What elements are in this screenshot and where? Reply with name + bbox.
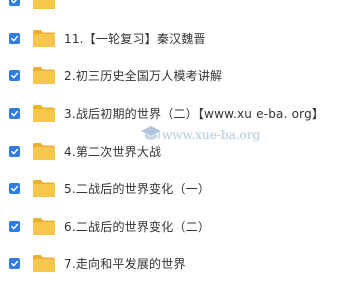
- checkbox[interactable]: [9, 32, 20, 44]
- folder-icon: [32, 29, 56, 48]
- file-list: 11.【一轮复习】秦汉魏晋 2.初三历史全国万人模考讲解 3.战后初期的世界（二…: [0, 0, 340, 283]
- file-name: 3.战后初期的世界（二）【www.xu e-ba. org】: [64, 107, 325, 122]
- list-item[interactable]: [0, 0, 340, 20]
- checkbox[interactable]: [9, 108, 20, 120]
- checkbox[interactable]: [9, 70, 20, 82]
- checkbox[interactable]: [9, 183, 20, 195]
- file-name: 4.第二次世界大战: [64, 144, 162, 159]
- list-item[interactable]: 2.初三历史全国万人模考讲解: [0, 57, 340, 95]
- folder-icon: [32, 0, 56, 10]
- file-name: 6.二战后的世界变化（二）: [64, 219, 211, 234]
- checkbox[interactable]: [9, 258, 20, 270]
- list-item[interactable]: 11.【一轮复习】秦汉魏晋: [0, 20, 340, 58]
- folder-icon: [32, 179, 56, 198]
- checkbox[interactable]: [9, 0, 20, 7]
- file-name: 5.二战后的世界变化（一）: [64, 182, 211, 197]
- file-name: 11.【一轮复习】秦汉魏晋: [64, 31, 206, 46]
- checkbox[interactable]: [9, 220, 20, 232]
- folder-icon: [32, 142, 56, 161]
- folder-icon: [32, 104, 56, 123]
- list-item[interactable]: 3.战后初期的世界（二）【www.xu e-ba. org】: [0, 95, 340, 133]
- folder-icon: [32, 66, 56, 85]
- file-name: 2.初三历史全国万人模考讲解: [64, 69, 223, 84]
- list-item[interactable]: 5.二战后的世界变化（一）: [0, 170, 340, 208]
- list-item[interactable]: 7.走向和平发展的世界: [0, 245, 340, 283]
- folder-icon: [32, 254, 56, 273]
- list-item[interactable]: 6.二战后的世界变化（二）: [0, 208, 340, 246]
- file-name: 7.走向和平发展的世界: [64, 257, 186, 272]
- folder-icon: [32, 217, 56, 236]
- checkbox[interactable]: [9, 145, 20, 157]
- list-item[interactable]: 4.第二次世界大战: [0, 132, 340, 170]
